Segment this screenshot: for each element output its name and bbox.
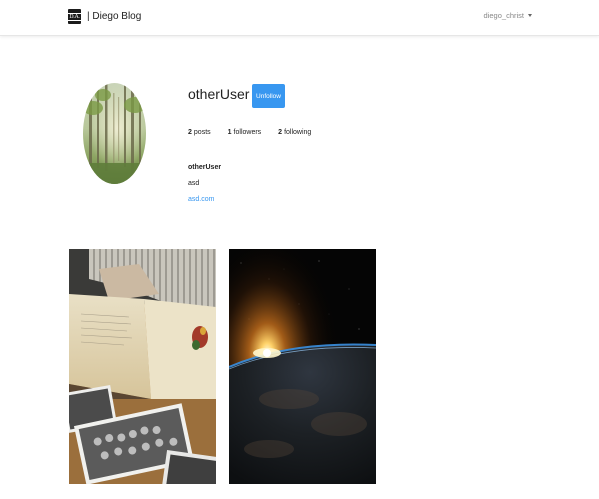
bio-name: otherUser — [188, 164, 222, 171]
profile-avatar — [83, 83, 146, 184]
stat-posts-label: posts — [193, 129, 211, 136]
brand-logo-icon: D.A. — [67, 9, 82, 24]
stat-following-count: 2 — [278, 129, 283, 136]
profile-bio: otherUser asd asd.com — [188, 160, 221, 208]
stat-followers[interactable]: 1 followers — [228, 129, 262, 136]
bio-text: asd — [188, 180, 200, 187]
chevron-down-icon — [528, 14, 532, 17]
brand-logo-text: D.A. — [67, 12, 82, 21]
stat-followers-label: followers — [233, 129, 262, 136]
unfollow-button[interactable]: Unfollow — [252, 84, 285, 108]
current-user-name: diego_christ — [483, 11, 524, 20]
post-image-earth-sunrise — [229, 249, 376, 484]
post-image-book-photos — [69, 249, 216, 484]
stat-posts[interactable]: 2 posts — [188, 129, 211, 136]
stat-posts-count: 2 — [188, 129, 192, 136]
brand-link[interactable]: D.A. | Diego Blog — [67, 9, 142, 24]
brand-title: | Diego Blog — [87, 11, 142, 22]
bio-website-link[interactable]: asd.com — [188, 192, 221, 208]
post-thumbnail[interactable] — [69, 249, 216, 484]
stat-following-label: following — [284, 129, 312, 136]
stat-followers-count: 1 — [227, 129, 232, 136]
profile-stats: 2 posts 1 followers 2 following — [188, 129, 328, 136]
user-menu-dropdown[interactable]: diego_christ — [484, 11, 532, 20]
navbar: D.A. | Diego Blog diego_christ — [0, 0, 599, 36]
forest-avatar-image — [83, 83, 146, 184]
post-thumbnail[interactable] — [229, 249, 376, 484]
stat-following[interactable]: 2 following — [278, 129, 311, 136]
profile-username: otherUser — [188, 86, 250, 102]
